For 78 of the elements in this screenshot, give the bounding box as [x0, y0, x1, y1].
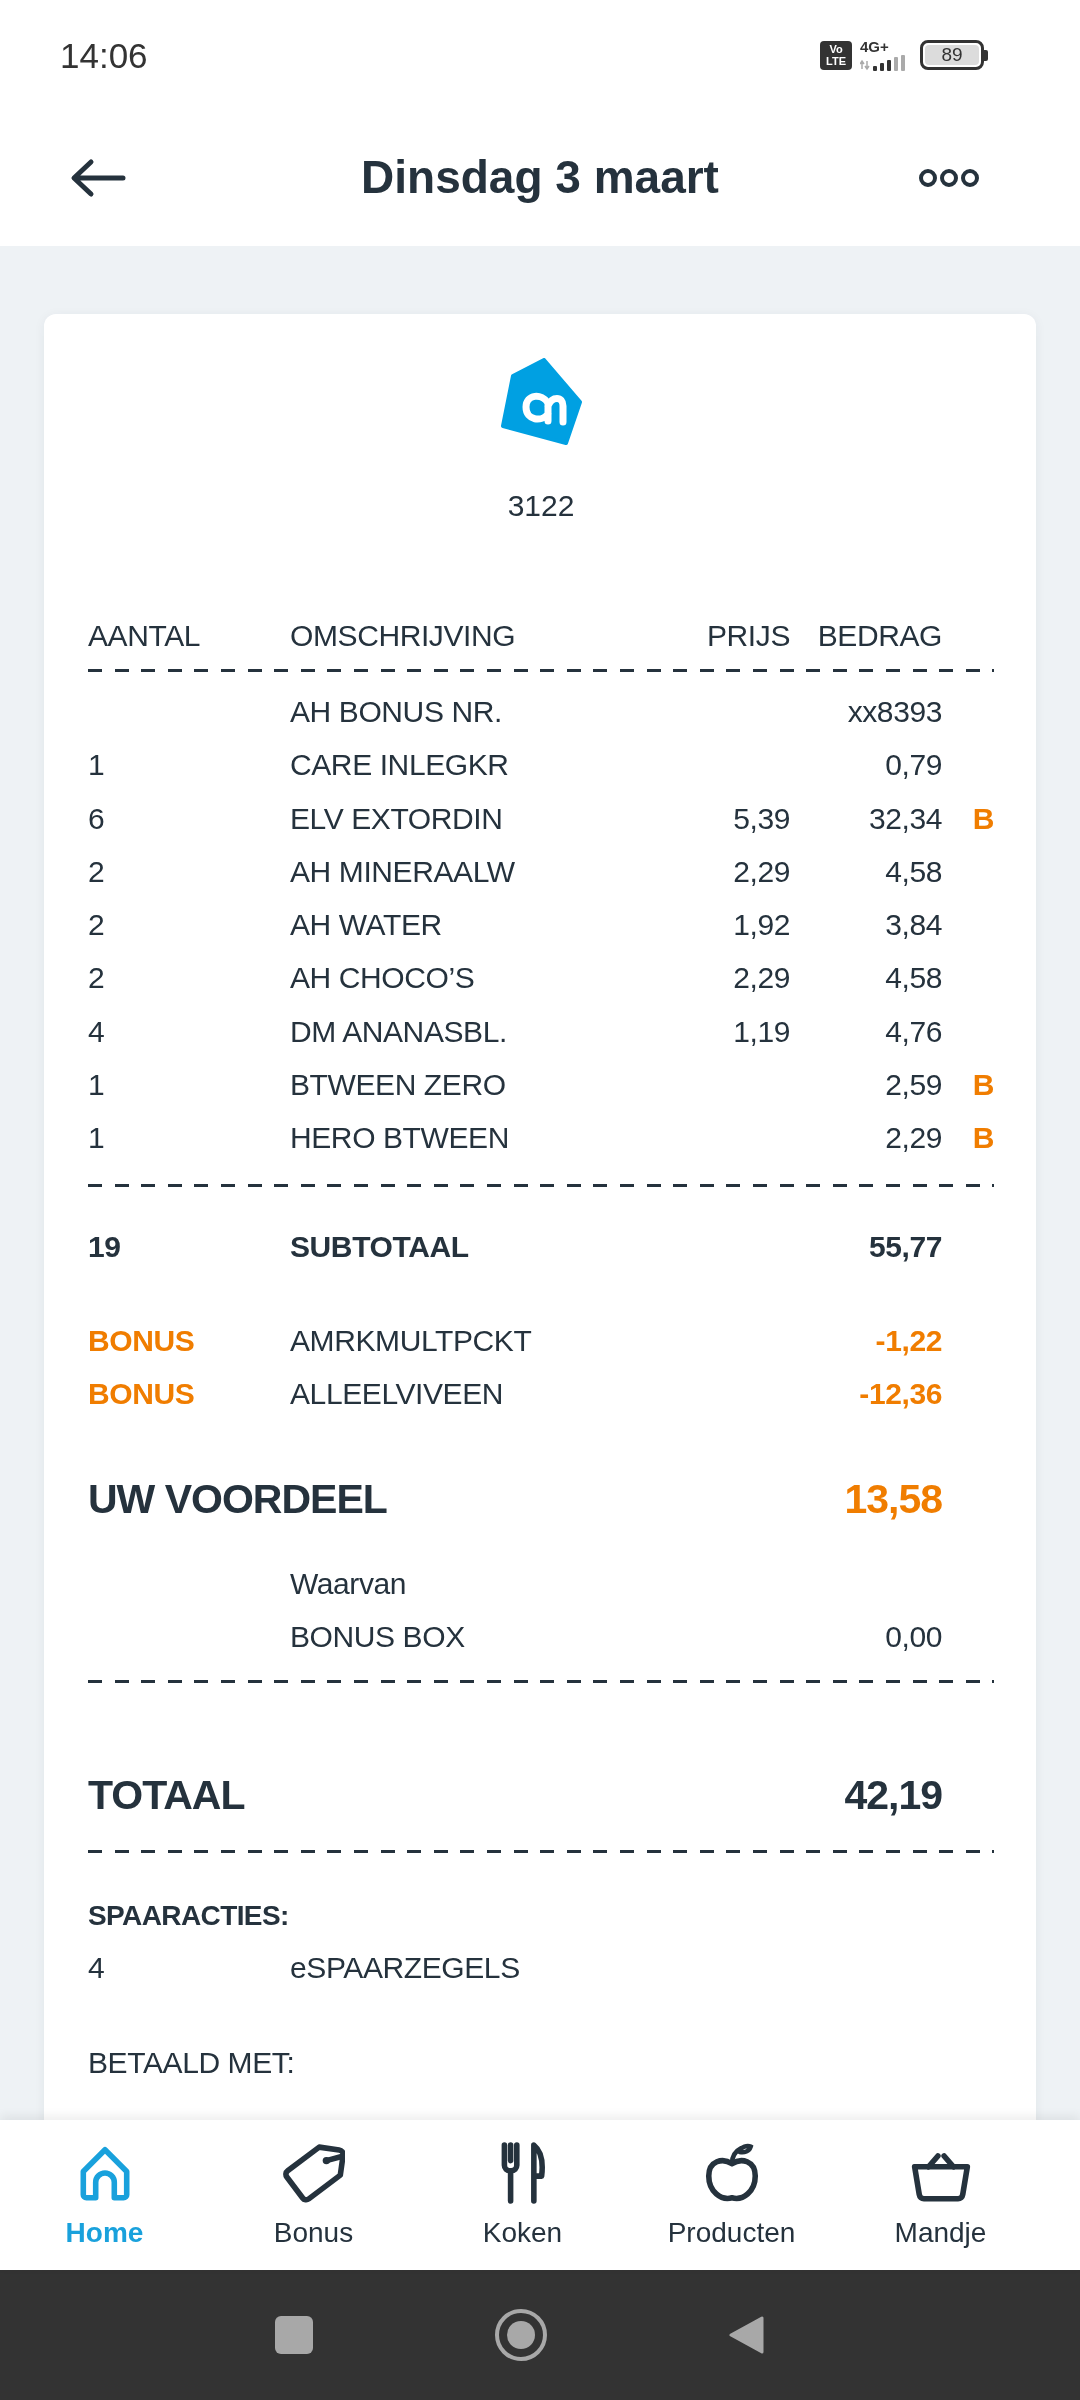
- stamp-quantity: 4: [88, 1950, 106, 1987]
- item-description: AH WATER: [290, 907, 443, 944]
- volte-badge: Vo LTE: [820, 40, 852, 70]
- logo-icon: [500, 358, 582, 446]
- savings-amount: 13,58: [843, 1474, 942, 1524]
- item-amount: 4,76: [884, 1013, 942, 1050]
- total-amount: 42,19: [843, 1771, 942, 1821]
- bonus-box-amount: 0,00: [884, 1618, 942, 1655]
- triangle-icon[interactable]: [729, 2316, 765, 2354]
- item-price: 2,29: [732, 853, 790, 890]
- subtotal-amount: 55,77: [867, 1228, 942, 1265]
- more-icon: [919, 168, 979, 188]
- total-label: TOTAAL: [88, 1771, 246, 1821]
- subtotal-label: SUBTOTAAL: [290, 1228, 470, 1265]
- nav-tab[interactable]: Koken: [418, 2120, 627, 2270]
- item-price: 1,92: [732, 907, 790, 944]
- discount-label: BONUS: [88, 1376, 196, 1413]
- item-amount: 4,58: [884, 853, 942, 890]
- breakdown-label: Waarvan: [290, 1565, 408, 1602]
- item-quantity: 4: [88, 1013, 106, 1050]
- item-quantity: 2: [88, 853, 106, 890]
- item-price: 5,39: [732, 800, 790, 837]
- bonus-marker: B: [972, 1120, 994, 1157]
- amount-header: BEDRAG: [816, 618, 942, 654]
- item-amount: xx8393: [846, 694, 942, 730]
- bonus-marker: B: [972, 800, 994, 837]
- price-header: PRIJS: [705, 618, 790, 654]
- discount-amount: -12,36: [858, 1376, 942, 1413]
- network-label: 4G+: [860, 38, 889, 54]
- item-description: ELV EXTORDIN: [290, 800, 504, 837]
- item-description: BTWEEN ZERO: [290, 1067, 507, 1104]
- stamp-description: eSPAARZEGELS: [290, 1950, 521, 1987]
- nav-tab[interactable]: Mandje: [836, 2120, 1045, 2270]
- tag-icon: [282, 2142, 345, 2204]
- item-amount: 2,29: [884, 1120, 942, 1157]
- item-description: HERO BTWEEN: [290, 1120, 510, 1157]
- item-price: 2,29: [732, 960, 790, 997]
- more-options-button[interactable]: [919, 168, 979, 188]
- signal-icon: [860, 53, 906, 72]
- back-arrow-icon: [70, 158, 126, 198]
- nav-tab[interactable]: Bonus: [209, 2120, 418, 2270]
- discount-amount: -1,22: [874, 1322, 942, 1359]
- savings-campaigns-heading: SPAARACTIES:: [88, 1899, 290, 1934]
- item-amount: 2,59: [884, 1067, 942, 1104]
- item-amount: 4,58: [884, 960, 942, 997]
- item-description: DM ANANASBL.: [290, 1013, 508, 1050]
- discount-description: ALLEELVIVEEN: [290, 1376, 505, 1413]
- ring-icon[interactable]: [494, 2308, 548, 2362]
- discount-label: BONUS: [88, 1322, 196, 1359]
- bonus-box-label: BONUS BOX: [290, 1618, 466, 1655]
- item-description: AH CHOCO’S: [290, 960, 476, 997]
- battery-indicator: 89: [920, 40, 988, 70]
- quantity-header: AANTAL: [88, 618, 202, 654]
- store-number: 3122: [506, 488, 576, 524]
- bonus-marker: B: [972, 1067, 994, 1104]
- savings-label: UW VOORDEEL: [88, 1474, 388, 1524]
- discount-description: AMRKMULTPCKT: [290, 1322, 533, 1359]
- item-quantity: 1: [88, 747, 106, 784]
- item-quantity: 2: [88, 960, 106, 997]
- item-quantity: 2: [88, 907, 106, 944]
- item-quantity: 1: [88, 1120, 106, 1157]
- square-icon[interactable]: [275, 2316, 313, 2354]
- description-header: OMSCHRIJVING: [290, 618, 517, 654]
- item-description: AH BONUS NR.: [290, 694, 503, 730]
- item-quantity: 1: [88, 1067, 106, 1104]
- item-description: AH MINERAALW: [290, 853, 516, 890]
- item-description: CARE INLEGKR: [290, 747, 510, 784]
- nav-tab[interactable]: Producten: [627, 2120, 836, 2270]
- payment-heading: BETAALD MET:: [88, 2045, 296, 2082]
- status-time: 14:06: [60, 37, 148, 73]
- page-title: Dinsdag 3 maart: [361, 150, 719, 206]
- back-button[interactable]: [70, 158, 126, 198]
- item-amount: 0,79: [884, 747, 942, 784]
- item-amount: 3,84: [884, 907, 942, 944]
- item-price: 1,19: [732, 1013, 790, 1050]
- item-amount: 32,34: [867, 800, 942, 837]
- subtotal-quantity: 19: [88, 1228, 122, 1265]
- item-quantity: 6: [88, 800, 106, 837]
